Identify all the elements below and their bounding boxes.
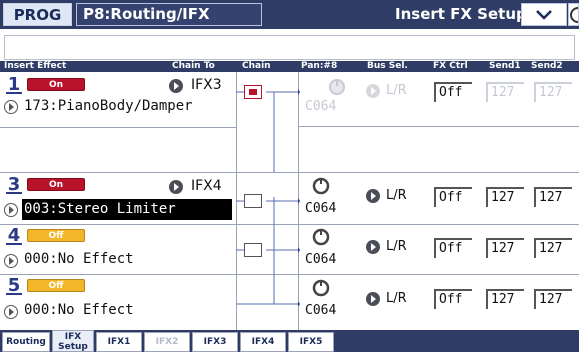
title-bar: PROG P8:Routing/IFX Insert FX Setup <box>0 0 579 29</box>
column-headers: Insert Effect Chain To Chain Pan:#8 Bus … <box>0 61 579 72</box>
ifx3-fx-ctrl-field[interactable]: Off <box>434 187 472 207</box>
ifx3-pan-value[interactable]: C064 <box>305 201 336 216</box>
lock-button[interactable] <box>568 3 579 26</box>
ifx5-send2-field[interactable]: 127 <box>534 289 572 309</box>
ifx5-fx-ctrl-field[interactable]: Off <box>434 289 472 309</box>
header-pan: Pan:#8 <box>301 61 338 71</box>
ifx3-send1-field[interactable]: 127 <box>486 187 524 207</box>
ifx4-effect-name[interactable]: 000:No Effect <box>24 251 134 267</box>
ifx4-send2-field[interactable]: 127 <box>534 238 572 258</box>
ifx1-send2-field[interactable]: 127 <box>534 82 572 102</box>
pan-knob-icon[interactable] <box>312 228 330 246</box>
ifx4-fx-ctrl-field[interactable]: Off <box>434 238 472 258</box>
ifx5-send1-field[interactable]: 127 <box>486 289 524 309</box>
ifx4-chain-checkbox[interactable] <box>244 243 262 257</box>
page-tabs: Routing IFX Setup IFX1 IFX2 IFX3 IFX4 IF… <box>0 330 579 352</box>
header-send2: Send2 <box>531 61 563 71</box>
chain-to-select-icon[interactable] <box>169 180 183 194</box>
ifx1-chain-checkbox[interactable] <box>244 85 262 99</box>
ifx1-pan-value[interactable]: C064 <box>305 99 336 114</box>
ifx3-effect-name[interactable]: 003:Stereo Limiter <box>22 199 232 220</box>
tab-ifx5[interactable]: IFX5 <box>288 332 334 352</box>
tab-ifx1[interactable]: IFX1 <box>96 332 142 352</box>
ifx3-chain-checkbox[interactable] <box>244 194 262 208</box>
header-chain: Chain <box>242 61 271 71</box>
ifx1-send1-field[interactable]: 127 <box>486 82 524 102</box>
slot-number: 1 <box>6 74 22 95</box>
tab-ifx2[interactable]: IFX2 <box>144 332 190 352</box>
tab-ifx4[interactable]: IFX4 <box>240 332 286 352</box>
ifx4-pan-value[interactable]: C064 <box>305 252 336 267</box>
bus-select-icon[interactable] <box>366 189 380 203</box>
slot-number: 3 <box>6 174 22 195</box>
pan-knob-icon[interactable] <box>328 78 346 96</box>
effect-select-icon[interactable] <box>4 254 18 268</box>
ifx5-bus-value[interactable]: L/R <box>386 291 407 306</box>
ifx5-on-off-button[interactable]: Off <box>27 279 85 292</box>
effect-select-icon[interactable] <box>4 100 18 114</box>
header-fx-ctrl: FX Ctrl <box>433 61 468 71</box>
effect-select-icon[interactable] <box>4 305 18 319</box>
ifx3-on-off-button[interactable]: On <box>27 178 85 191</box>
ifx1-chain-to[interactable]: IFX3 <box>191 77 222 93</box>
lock-icon <box>570 7 578 23</box>
header-insert-effect: Insert Effect <box>4 61 67 71</box>
tab-ifx-setup-label: IFX <box>64 332 82 342</box>
ifx3-send2-field[interactable]: 127 <box>534 187 572 207</box>
page-title[interactable]: P8:Routing/IFX <box>76 3 262 26</box>
ifx1-effect-name[interactable]: 173:PianoBody/Damper <box>24 98 193 114</box>
ifx4-on-off-button[interactable]: Off <box>27 229 85 242</box>
ifx4-send1-field[interactable]: 127 <box>486 238 524 258</box>
tab-ifx-setup-label2: Setup <box>58 342 88 352</box>
ifx4-bus-value[interactable]: L/R <box>386 239 407 254</box>
pan-knob-icon[interactable] <box>312 177 330 195</box>
ifx1-bus-value[interactable]: L/R <box>386 83 407 98</box>
slot-number: 4 <box>6 225 22 246</box>
subpage-title: Insert FX Setup <box>395 5 527 23</box>
slot-number: 5 <box>6 275 22 296</box>
tab-routing[interactable]: Routing <box>2 332 50 352</box>
chain-to-select-icon[interactable] <box>169 79 183 93</box>
ifx5-effect-name[interactable]: 000:No Effect <box>24 302 134 318</box>
ifx1-fx-ctrl-field[interactable]: Off <box>434 82 472 102</box>
ifx5-pan-value[interactable]: C064 <box>305 303 336 318</box>
ifx3-bus-value[interactable]: L/R <box>386 188 407 203</box>
effect-select-icon[interactable] <box>4 203 18 217</box>
chevron-down-icon <box>536 10 552 20</box>
pan-knob-icon[interactable] <box>312 279 330 297</box>
bus-select-icon[interactable] <box>366 240 380 254</box>
page-menu-button[interactable] <box>521 3 567 26</box>
tab-ifx3[interactable]: IFX3 <box>192 332 238 352</box>
mode-label: PROG <box>3 3 72 26</box>
ifx1-on-off-button[interactable]: On <box>27 78 85 91</box>
header-chain-to: Chain To <box>172 61 215 71</box>
info-field <box>4 35 575 60</box>
header-send1: Send1 <box>489 61 521 71</box>
ifx3-chain-to[interactable]: IFX4 <box>191 178 222 194</box>
header-bus-sel: Bus Sel. <box>367 61 408 71</box>
bus-select-icon[interactable] <box>366 292 380 306</box>
tab-ifx-setup[interactable]: IFX Setup <box>52 330 94 352</box>
bus-select-icon[interactable] <box>366 84 380 98</box>
